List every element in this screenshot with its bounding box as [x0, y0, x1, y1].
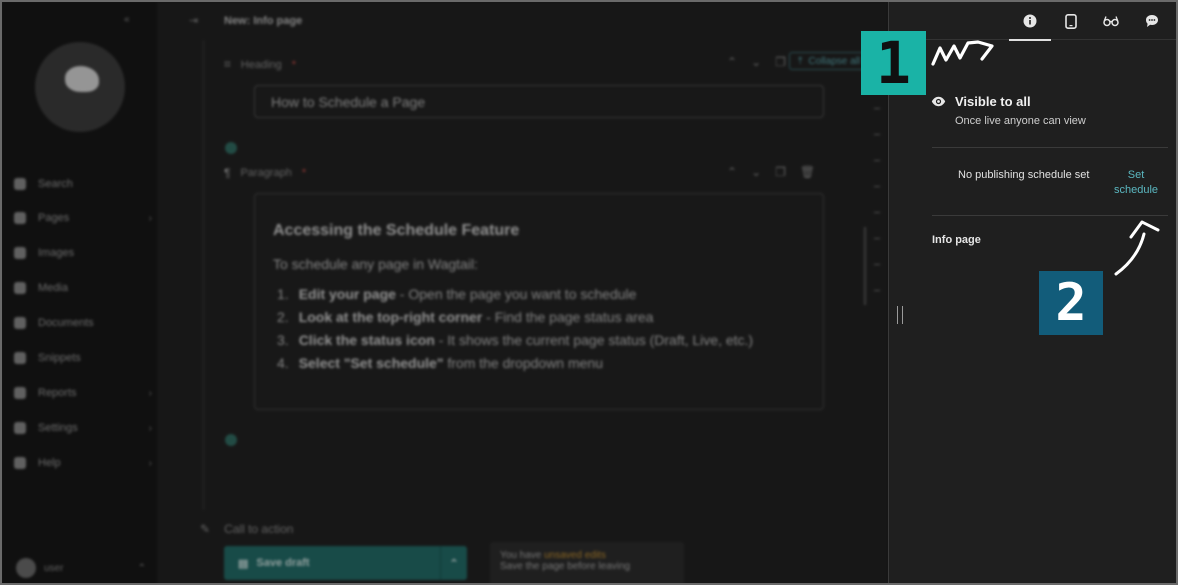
glasses-icon: [1103, 16, 1119, 27]
mobile-preview-icon: [1065, 13, 1077, 29]
tab-preview[interactable]: [1051, 10, 1091, 32]
tab-status[interactable]: [1009, 10, 1051, 41]
comment-icon: [1146, 15, 1158, 27]
overlay-dim: [2, 2, 888, 583]
side-panel-tabs: [889, 2, 1176, 41]
visibility-status[interactable]: Visible to all: [931, 94, 1031, 109]
info-icon: [1023, 14, 1037, 28]
eye-icon: [931, 96, 946, 107]
status-side-panel: Visible to all Once live anyone can view…: [888, 2, 1176, 583]
schedule-status-text: No publishing schedule set: [958, 169, 1090, 181]
tab-checks[interactable]: [1091, 10, 1131, 32]
annotation-marker-2: 2: [1039, 271, 1103, 335]
divider: [932, 215, 1168, 216]
panel-resize-handle[interactable]: [897, 306, 903, 324]
annotation-marker-1: 1: [861, 29, 926, 97]
tab-comments[interactable]: [1132, 10, 1172, 32]
visibility-title: Visible to all: [955, 94, 1031, 109]
divider: [932, 147, 1168, 148]
set-schedule-link[interactable]: Set schedule: [1110, 168, 1162, 198]
visibility-subtitle: Once live anyone can view: [955, 115, 1086, 127]
page-type-label: Info page: [932, 234, 981, 246]
